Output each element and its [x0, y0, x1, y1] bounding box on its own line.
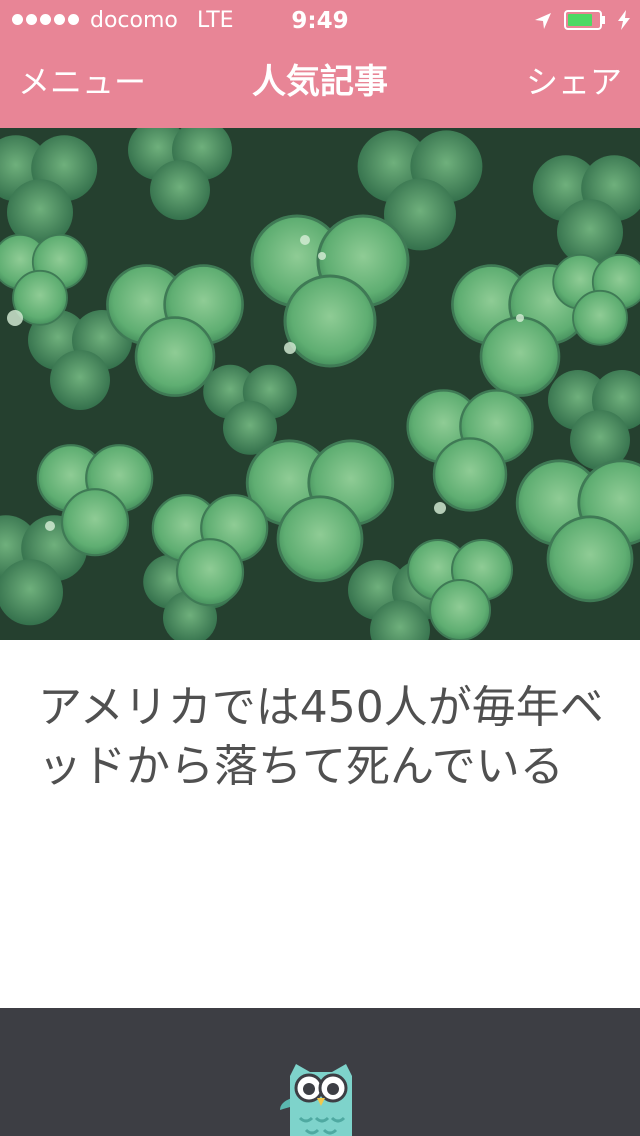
footer [0, 1008, 640, 1136]
location-arrow-icon [535, 13, 551, 29]
menu-button[interactable]: メニュー [18, 62, 146, 102]
owl-icon [280, 1064, 352, 1136]
clover-photo [0, 128, 640, 640]
article-card[interactable]: アメリカでは450人が毎年ベッドから落ちて死んでいる [0, 640, 640, 1008]
charging-bolt-icon [618, 10, 630, 30]
battery-icon [564, 10, 605, 30]
article-title[interactable]: アメリカでは450人が毎年ベッドから落ちて死んでいる [38, 678, 608, 796]
header: docomo LTE 9:49 メニュー 人気記事 シェア [0, 0, 640, 128]
app-screen: docomo LTE 9:49 メニュー 人気記事 シェア アメリカでは450人… [0, 0, 640, 1136]
share-button[interactable]: シェア [526, 62, 622, 102]
status-bar: docomo LTE 9:49 [0, 0, 640, 40]
nav-bar: メニュー 人気記事 シェア [0, 40, 640, 128]
hero-image[interactable] [0, 128, 640, 640]
